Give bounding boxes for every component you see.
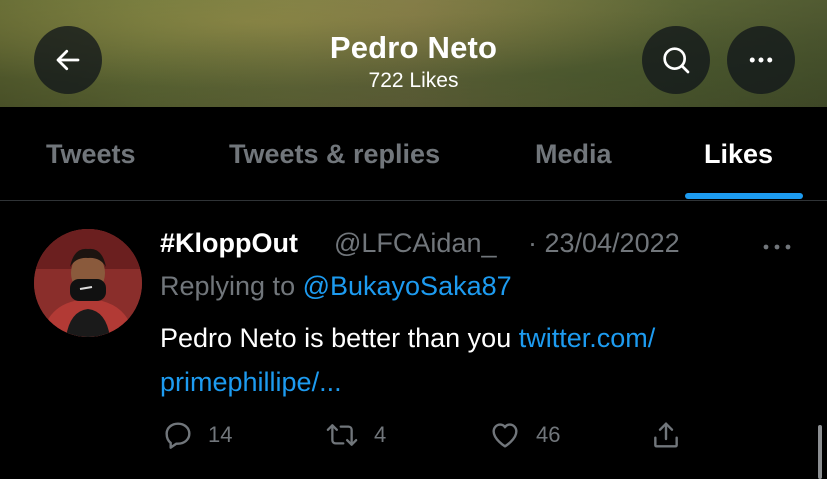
reply-icon — [165, 422, 191, 449]
reply-count: 14 — [208, 422, 233, 447]
tweet[interactable]: #KloppOut @LFCAidan_ · 23/04/2022 Replyi… — [0, 201, 827, 479]
tab-tweets[interactable]: Tweets — [46, 139, 136, 170]
tweet-handle[interactable]: @LFCAidan_ — [334, 228, 497, 259]
heart-icon — [492, 423, 518, 448]
like-count: 46 — [536, 422, 561, 447]
more-horizontal-icon — [763, 244, 791, 250]
tab-likes[interactable]: Likes — [704, 139, 773, 170]
tweet-text-line1: Pedro Neto is better than you twitter.co… — [160, 323, 655, 354]
profile-tabs: Tweets Tweets & replies Media Likes — [0, 107, 827, 201]
search-icon — [663, 47, 690, 74]
replying-to-user[interactable]: @BukayoSaka87 — [303, 271, 512, 301]
replying-prefix: Replying to — [160, 271, 303, 301]
avatar[interactable] — [34, 229, 142, 337]
retweet-icon — [326, 424, 358, 446]
tweet-link-part2[interactable]: primephillipe/... — [160, 367, 342, 398]
tab-media[interactable]: Media — [535, 139, 612, 170]
active-tab-indicator — [685, 193, 803, 199]
tab-tweets-and-replies[interactable]: Tweets & replies — [229, 139, 440, 170]
tweet-display-name[interactable]: #KloppOut — [160, 228, 298, 259]
replying-to: Replying to @BukayoSaka87 — [160, 271, 512, 302]
like-button[interactable]: 46 — [488, 419, 560, 451]
more-button[interactable] — [727, 26, 795, 94]
retweet-count: 4 — [374, 422, 387, 447]
share-icon — [654, 422, 678, 448]
tweet-link-part1[interactable]: twitter.com/ — [519, 323, 656, 353]
search-button[interactable] — [642, 26, 710, 94]
tweet-date[interactable]: · 23/04/2022 — [528, 228, 680, 259]
reply-button[interactable]: 14 — [162, 419, 232, 451]
tweet-more-button[interactable] — [762, 239, 792, 257]
more-horizontal-icon — [749, 57, 773, 63]
tweet-text: Pedro Neto is better than you — [160, 323, 519, 353]
retweet-button[interactable]: 4 — [324, 419, 386, 451]
share-button[interactable] — [650, 419, 682, 451]
profile-header: Pedro Neto 722 Likes — [0, 0, 827, 107]
scrollbar[interactable] — [818, 425, 822, 479]
